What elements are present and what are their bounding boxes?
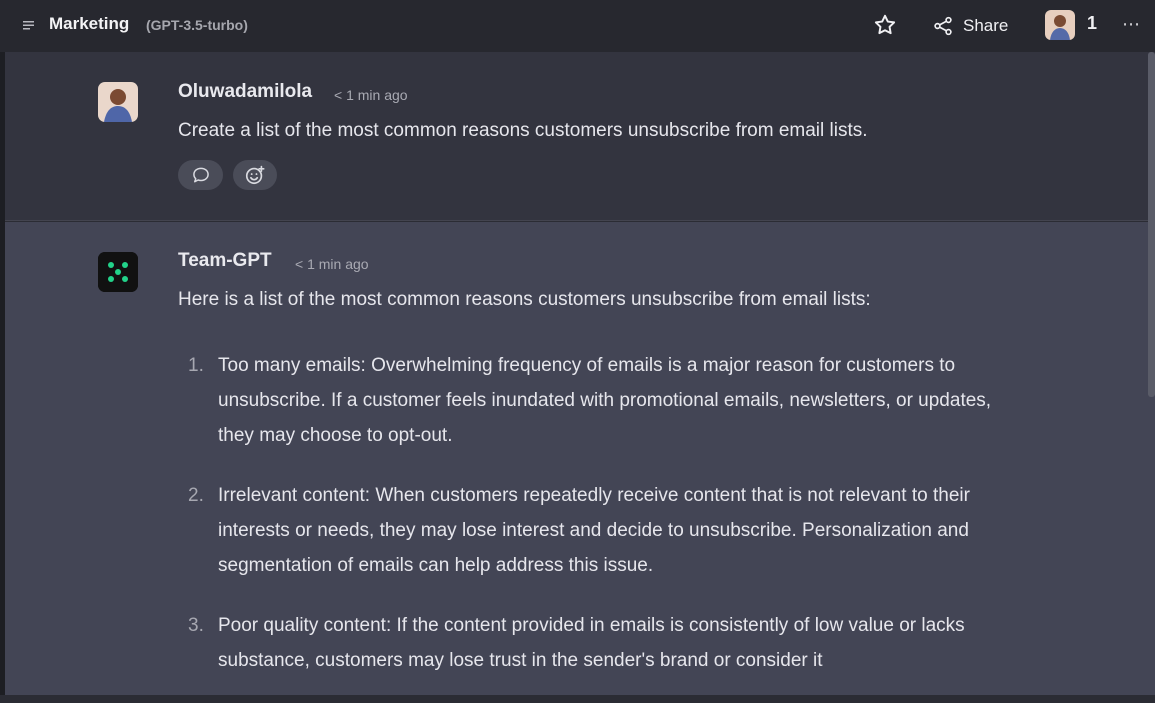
message-time: < 1 min ago — [295, 256, 369, 272]
model-label: (GPT-3.5-turbo) — [146, 17, 248, 33]
list-item: 2. Irrelevant content: When customers re… — [178, 478, 998, 583]
reasons-list: 1. Too many emails: Overwhelming frequen… — [178, 348, 998, 703]
list-item: 1. Too many emails: Overwhelming frequen… — [178, 348, 998, 453]
comment-button[interactable] — [178, 160, 223, 190]
list-item: 3. Poor quality content: If the content … — [178, 608, 998, 678]
more-icon[interactable]: ⋯ — [1122, 14, 1141, 35]
scrollbar-thumb[interactable] — [1148, 52, 1155, 397]
message-intro: Here is a list of the most common reason… — [178, 289, 871, 310]
list-number: 1. — [188, 355, 204, 376]
ai-message: Team-GPT < 1 min ago Here is a list of t… — [5, 222, 1155, 695]
menu-icon[interactable] — [22, 18, 36, 32]
participant-avatar[interactable] — [1045, 10, 1075, 40]
add-reaction-icon — [245, 165, 265, 185]
comment-icon — [192, 167, 209, 183]
add-reaction-button[interactable] — [233, 160, 277, 190]
top-bar: Marketing (GPT-3.5-turbo) Share 1 ⋯ — [0, 0, 1155, 52]
share-button[interactable]: Share — [932, 10, 1008, 42]
star-icon[interactable] — [872, 12, 898, 38]
user-avatar — [98, 82, 138, 122]
message-author: Oluwadamilola — [178, 81, 313, 102]
message-author: Team-GPT — [178, 250, 272, 271]
list-number: 3. — [188, 615, 204, 636]
list-text: Irrelevant content: When customers repea… — [218, 485, 970, 576]
list-text: Too many emails: Overwhelming frequency … — [218, 355, 992, 446]
user-message: Oluwadamilola < 1 min ago Create a list … — [5, 52, 1155, 221]
page-title: Marketing — [49, 14, 130, 33]
team-gpt-avatar — [98, 252, 138, 292]
list-number: 2. — [188, 485, 204, 506]
message-time: < 1 min ago — [334, 87, 408, 103]
list-text: Poor quality content: If the content pro… — [218, 615, 965, 671]
share-icon — [934, 16, 952, 36]
share-label: Share — [963, 16, 1009, 35]
message-text: Create a list of the most common reasons… — [178, 120, 868, 141]
participant-count: 1 — [1087, 13, 1098, 33]
